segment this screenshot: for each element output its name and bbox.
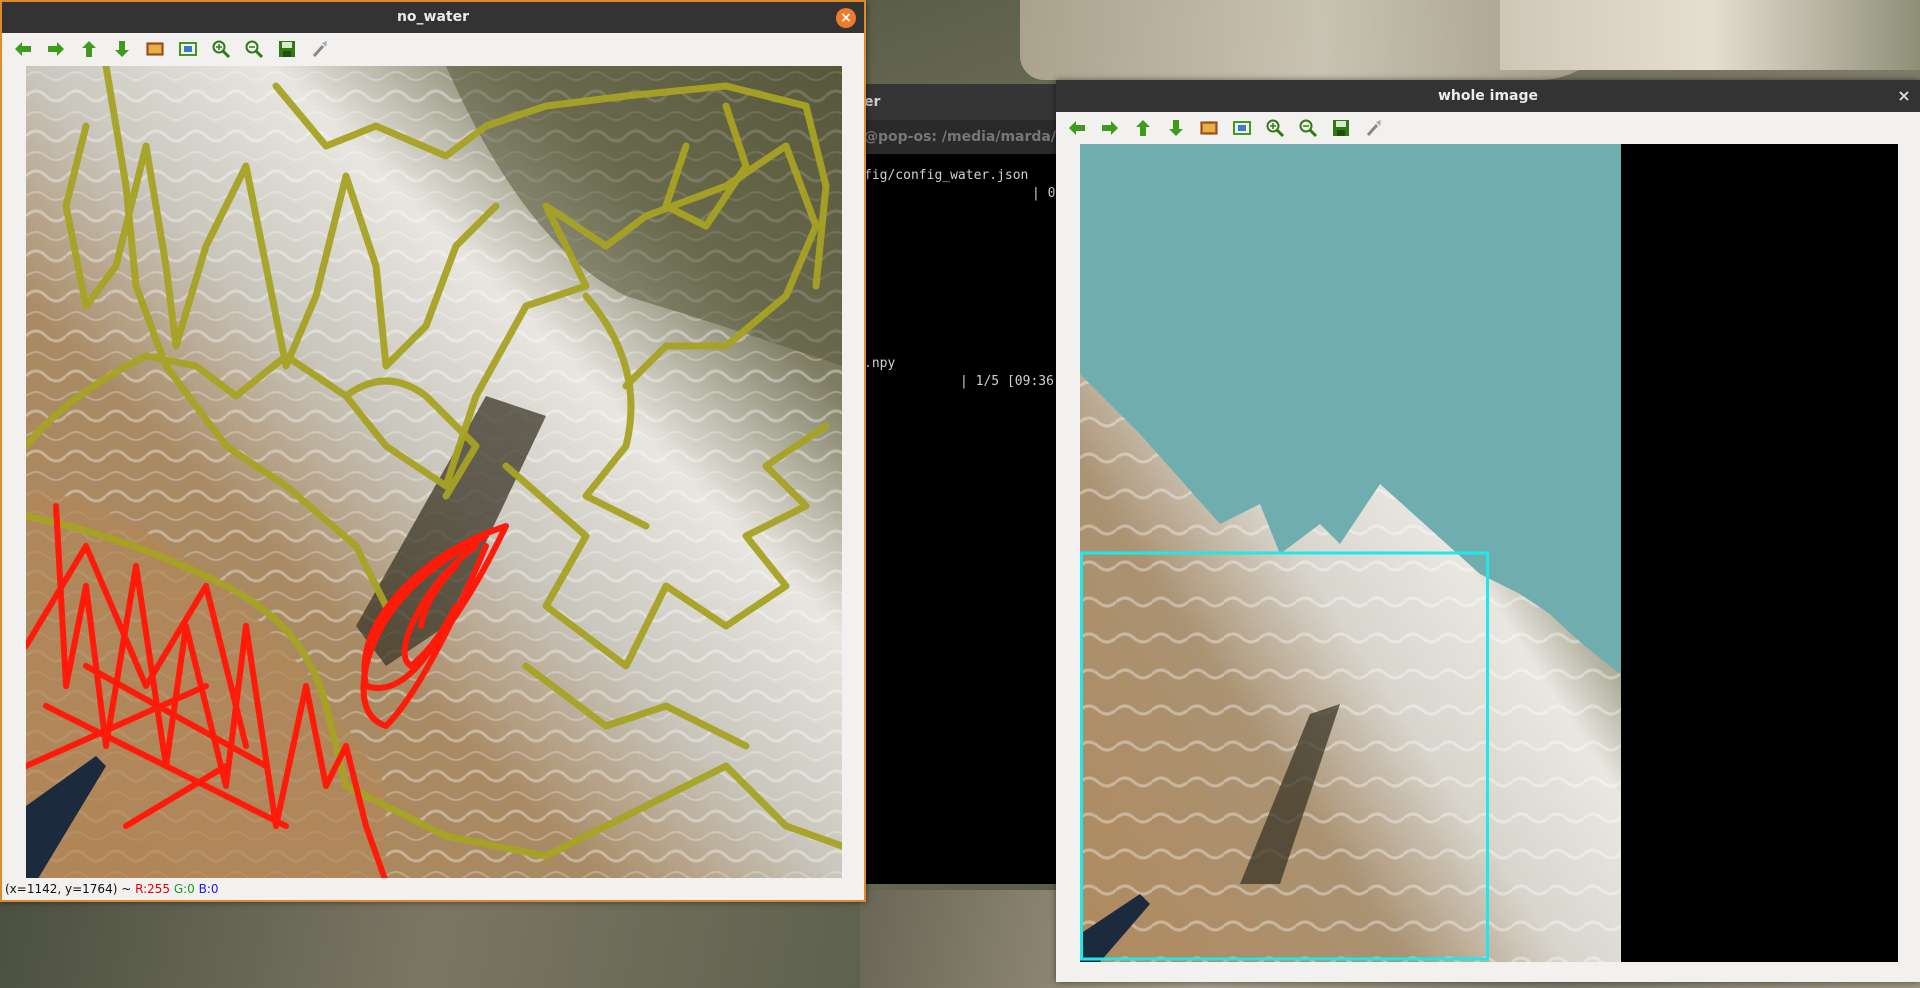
annotation-canvas[interactable] [26,66,842,882]
overview-canvas[interactable] [1080,144,1898,962]
whole-image-window[interactable]: whole image × [1056,80,1920,982]
pixel-red-value: R:255 [135,882,171,896]
arrow-left-icon[interactable] [1064,115,1090,141]
pixel-green-value: G:0 [173,882,195,896]
zoom-in-icon[interactable] [208,36,234,62]
window-titlebar[interactable]: whole image × [1056,80,1920,112]
desktop-wallpaper-ground [0,900,860,988]
terminal-line: | 0 [1032,186,1056,201]
status-bar: (x=1142, y=1764) ~ R:255 G:0 B:0 [2,878,864,900]
arrow-left-icon[interactable] [10,36,36,62]
terminal-line: .npy [864,356,896,371]
brush-icon[interactable] [1361,115,1387,141]
brush-icon[interactable] [307,36,333,62]
arrow-down-icon[interactable] [1163,115,1189,141]
save-icon[interactable] [1328,115,1354,141]
close-icon[interactable]: × [1894,86,1914,106]
image-icon[interactable] [1196,115,1222,141]
close-icon[interactable]: × [836,8,856,28]
zoom-in-icon[interactable] [1262,115,1288,141]
zoom-out-icon[interactable] [241,36,267,62]
terminal-line: fig/config_water.json [864,168,1029,183]
cursor-coords: (x=1142, y=1764) ~ [5,882,132,896]
window-title: whole image [1437,88,1539,104]
overview-image [1080,144,1898,962]
aerial-image [26,66,842,882]
arrow-down-icon[interactable] [109,36,135,62]
no-water-window[interactable]: no_water × (x=1142, y=1764) ~ R:255 G:0 … [0,0,866,902]
terminal-line: | 1/5 [09:36 [960,374,1054,389]
pixel-blue-value: B:0 [198,882,219,896]
arrow-up-icon[interactable] [76,36,102,62]
arrow-right-icon[interactable] [1097,115,1123,141]
image-toolbar [1056,112,1920,144]
desktop-wallpaper-beach [1500,0,1920,70]
window-titlebar[interactable]: no_water × [2,2,864,33]
fit-image-icon[interactable] [1229,115,1255,141]
window-title: no_water [396,9,470,25]
image-toolbar [2,33,864,65]
arrow-up-icon[interactable] [1130,115,1156,141]
save-icon[interactable] [274,36,300,62]
arrow-right-icon[interactable] [43,36,69,62]
zoom-out-icon[interactable] [1295,115,1321,141]
fit-image-icon[interactable] [175,36,201,62]
image-icon[interactable] [142,36,168,62]
